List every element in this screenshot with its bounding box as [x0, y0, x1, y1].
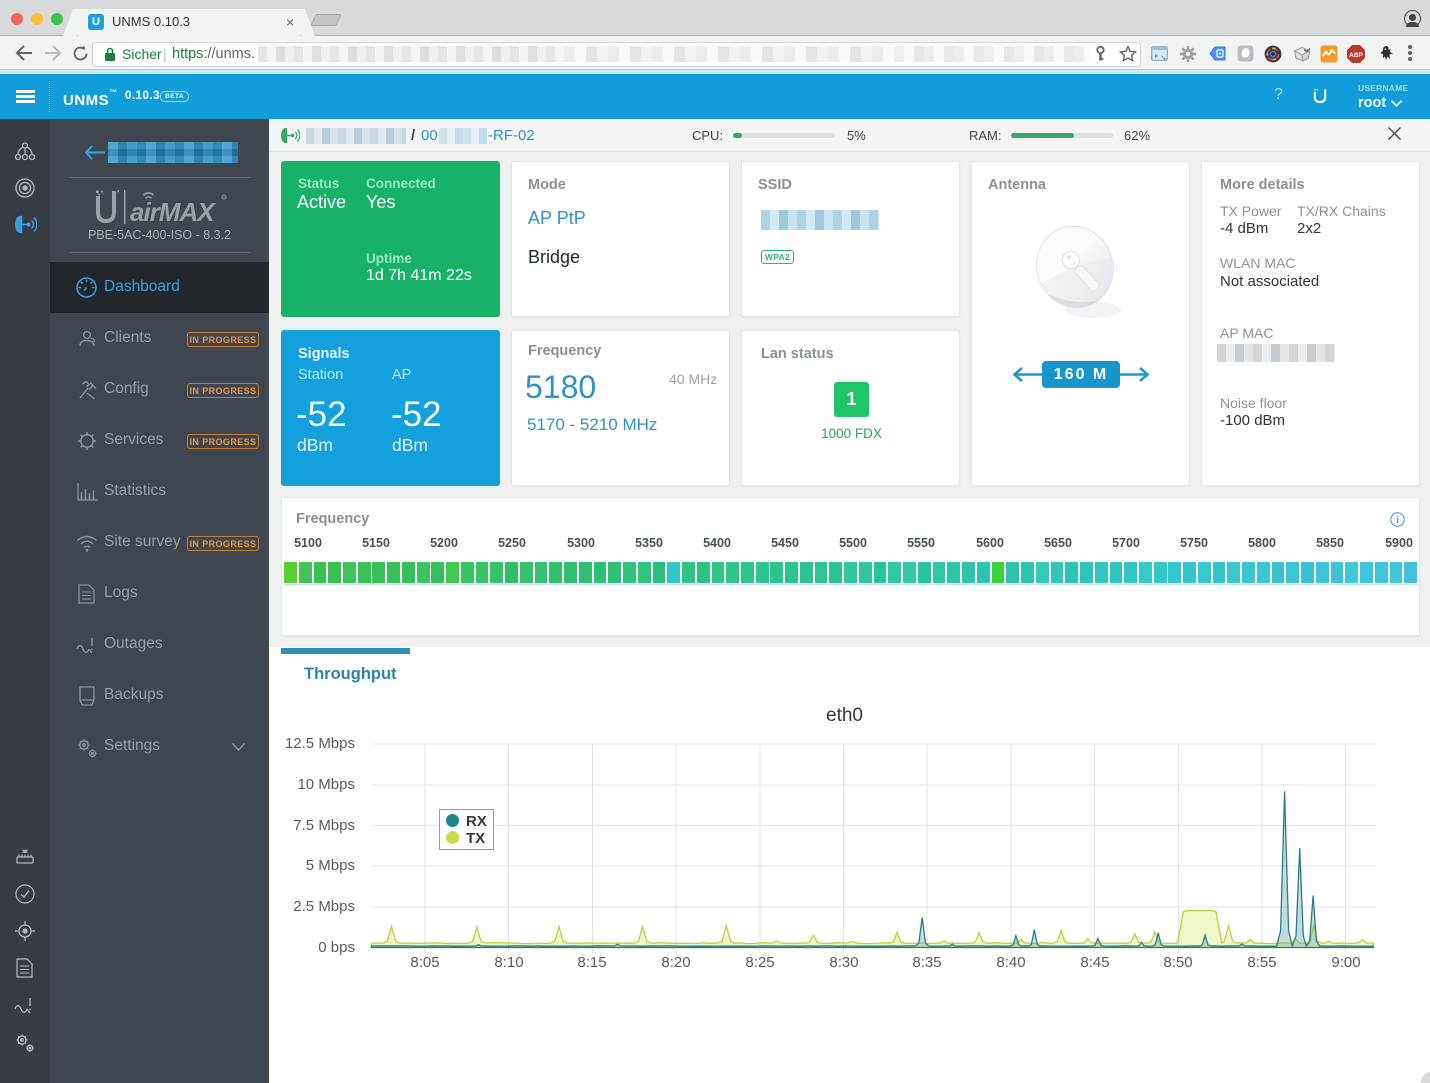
svg-text:ABP: ABP — [1349, 52, 1363, 59]
svg-text:airMAX: airMAX — [130, 197, 216, 227]
